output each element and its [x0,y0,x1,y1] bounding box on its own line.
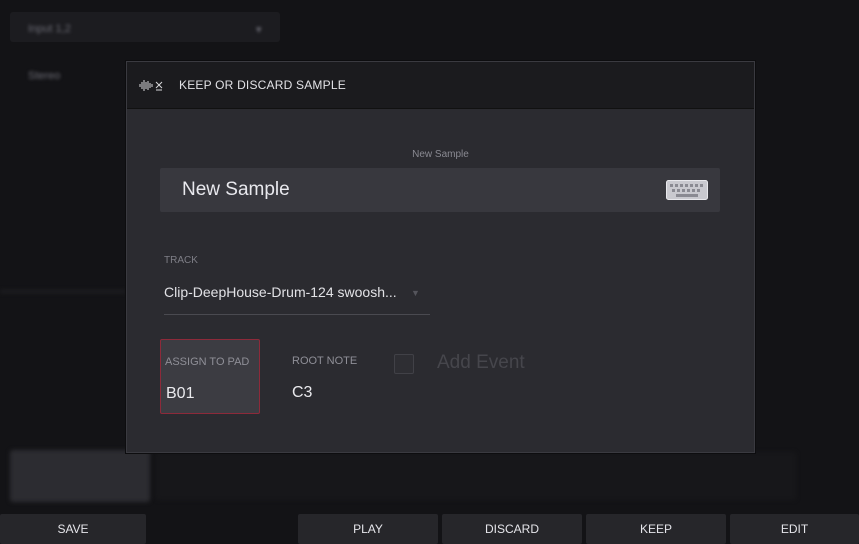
track-dropdown[interactable]: Clip-DeepHouse-Drum-124 swoosh... ▼ [164,272,430,315]
save-button[interactable]: SAVE [0,514,146,544]
keep-button[interactable]: KEEP [586,514,726,544]
chevron-down-icon: ▾ [256,24,262,36]
root-note-value[interactable]: C3 [292,384,312,402]
discard-button[interactable]: DISCARD [442,514,582,544]
track-label: TRACK [164,255,198,266]
sample-waveform-icon [139,80,163,91]
edit-button[interactable]: EDIT [730,514,859,544]
dialog-header: KEEP OR DISCARD SAMPLE [127,62,754,109]
sample-name-value: New Sample [182,179,290,200]
add-event-checkbox[interactable] [394,354,414,374]
assign-to-pad-value: B01 [166,385,195,402]
assign-to-pad-label: ASSIGN TO PAD [165,356,250,368]
track-value: Clip-DeepHouse-Drum-124 swoosh... [164,284,397,300]
assign-to-pad-field[interactable]: ASSIGN TO PAD B01 [160,339,260,414]
mode-value-bg: Stereo [28,70,61,82]
sample-name-field[interactable]: New Sample [160,168,720,212]
blurred-strip-bg [156,452,796,500]
add-event-label: Add Event [437,352,525,373]
chevron-down-icon: ▼ [411,288,420,298]
dialog-title: KEEP OR DISCARD SAMPLE [179,78,346,92]
blurred-button-bg [10,450,150,502]
blurred-divider-bg [0,290,126,293]
root-note-label: ROOT NOTE [292,355,358,367]
keyboard-icon[interactable] [666,180,708,200]
keep-or-discard-dialog: KEEP OR DISCARD SAMPLE New Sample New Sa… [126,61,755,453]
play-button[interactable]: PLAY [298,514,438,544]
input-value-bg: Input 1,2 [28,23,71,35]
sample-name-label: New Sample [412,149,469,160]
